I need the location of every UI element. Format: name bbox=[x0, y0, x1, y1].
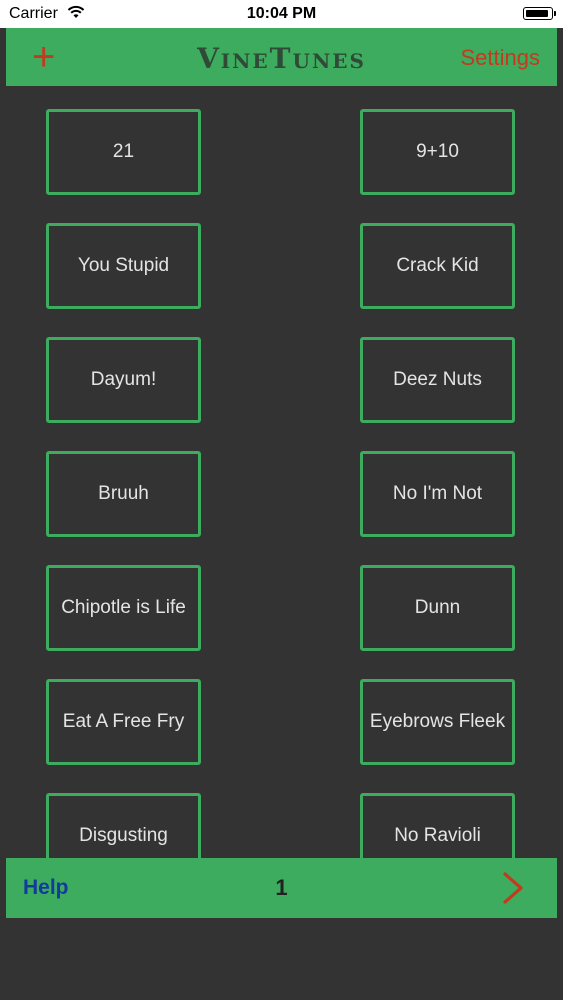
sound-button-you-stupid[interactable]: You Stupid bbox=[46, 223, 201, 309]
sound-button-21[interactable]: 21 bbox=[46, 109, 201, 195]
sound-button-dayum[interactable]: Dayum! bbox=[46, 337, 201, 423]
nav-bar: + VineTunes Settings bbox=[6, 28, 557, 86]
sound-button-deez-nuts[interactable]: Deez Nuts bbox=[360, 337, 515, 423]
status-time: 10:04 PM bbox=[246, 5, 317, 22]
status-bar: Carrier 10:04 PM bbox=[0, 0, 563, 28]
sound-button-chipotle-is-life[interactable]: Chipotle is Life bbox=[46, 565, 201, 651]
sound-button-eyebrows-fleek[interactable]: Eyebrows Fleek bbox=[360, 679, 515, 765]
footer-bar: Help 1 bbox=[6, 858, 557, 918]
sound-button-disgusting[interactable]: Disgusting bbox=[46, 793, 201, 858]
sound-button-bruuh[interactable]: Bruuh bbox=[46, 451, 201, 537]
sound-button-dunn[interactable]: Dunn bbox=[360, 565, 515, 651]
page-number: 1 bbox=[275, 875, 288, 900]
sound-button-eat-a-free-fry[interactable]: Eat A Free Fry bbox=[46, 679, 201, 765]
battery-icon bbox=[523, 7, 556, 20]
sound-button-no-ravioli[interactable]: No Ravioli bbox=[360, 793, 515, 858]
chevron-right-icon[interactable] bbox=[501, 872, 525, 904]
sound-button-no-im-not[interactable]: No I'm Not bbox=[360, 451, 515, 537]
settings-button[interactable]: Settings bbox=[461, 45, 541, 71]
screen: Carrier 10:04 PM + VineTunes Settings 21… bbox=[0, 0, 563, 1000]
sound-button-crack-kid[interactable]: Crack Kid bbox=[360, 223, 515, 309]
sound-grid: 21 9+10 You Stupid Crack Kid Dayum! Deez… bbox=[0, 86, 563, 858]
sound-button-9-plus-10[interactable]: 9+10 bbox=[360, 109, 515, 195]
